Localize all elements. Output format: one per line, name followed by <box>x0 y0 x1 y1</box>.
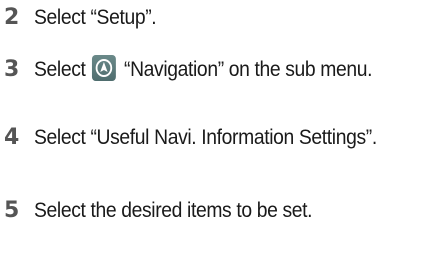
step-text: Select the desired items to be set. <box>34 199 313 222</box>
step-text-before-icon: Select <box>34 58 86 81</box>
step-text: Select “Useful Navi. Information Setting… <box>34 126 377 149</box>
step-4: 4 Select “Useful Navi. Information Setti… <box>4 120 424 155</box>
step-text: Select “Setup”. <box>34 6 157 29</box>
step-text-after-icon: “Navigation” on the sub menu. <box>124 58 373 81</box>
step-3: 3 Select “Navigation” on the sub menu. <box>4 52 424 87</box>
step-2: 2 Select “Setup”. <box>4 0 424 35</box>
step-number: 5 <box>4 198 20 223</box>
step-number: 3 <box>4 57 20 82</box>
step-5: 5 Select the desired items to be set. <box>4 193 424 228</box>
navigation-icon <box>92 55 117 81</box>
step-number: 2 <box>4 5 20 30</box>
step-number: 4 <box>4 125 20 150</box>
step-text: Select “Navigation” on the sub menu. <box>34 52 393 87</box>
